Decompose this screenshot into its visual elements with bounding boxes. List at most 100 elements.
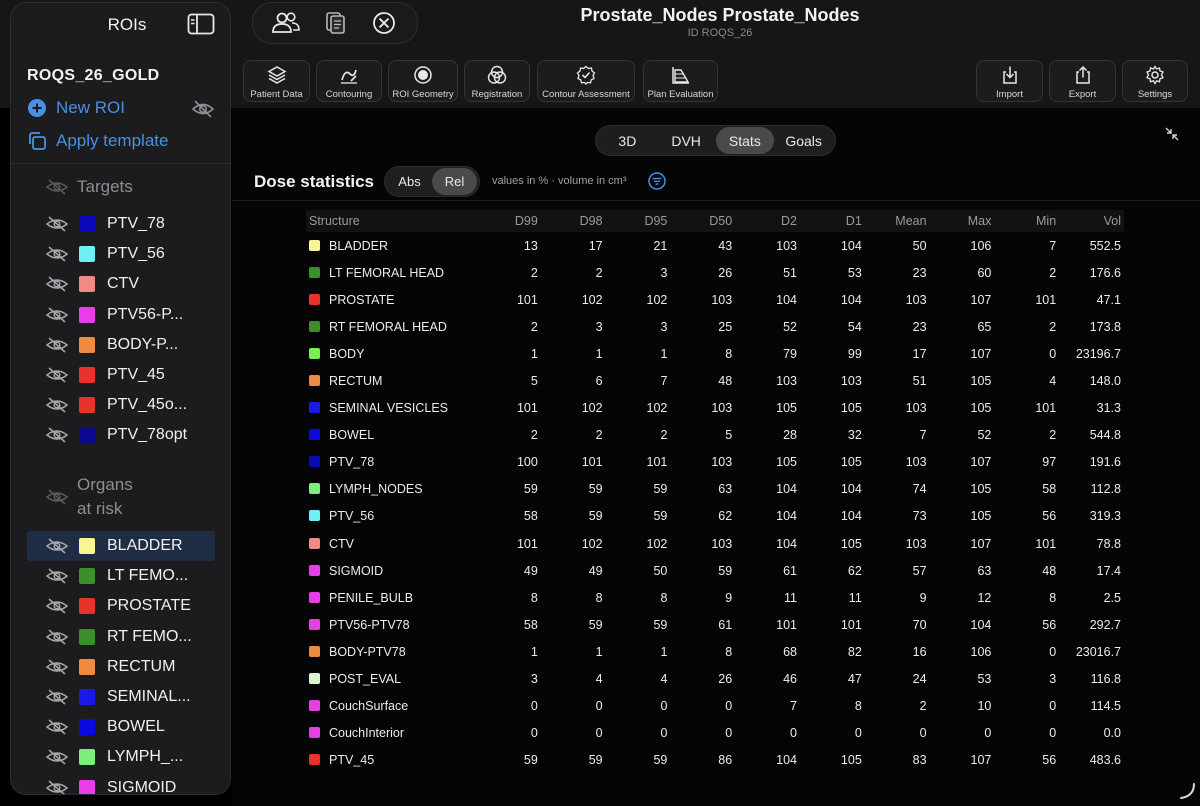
roi-row[interactable]: PTV_78opt: [27, 420, 215, 450]
structure-color-swatch: [309, 266, 320, 278]
table-row[interactable]: PROSTATE 101 102 102 103 104 104 103 107 101 47.1: [306, 286, 1124, 313]
column-header[interactable]: Mean: [865, 210, 930, 232]
column-header[interactable]: D2: [735, 210, 800, 232]
value-cell: 61: [783, 563, 797, 578]
table-row[interactable]: POST_EVAL 3 4 4 26 46 47 24 53 3 116.8: [306, 666, 1124, 693]
tab-dvh[interactable]: DVH: [657, 127, 716, 154]
roi-row[interactable]: BLADDER: [27, 531, 215, 561]
abs-option[interactable]: Abs: [387, 168, 432, 195]
roi-row[interactable]: BODY-P...: [27, 330, 215, 360]
eye-slash-icon[interactable]: [45, 749, 69, 765]
value-cell: 1: [660, 346, 668, 361]
collapse-icon[interactable]: [1164, 126, 1180, 142]
new-roi-button[interactable]: New ROI: [27, 98, 125, 118]
eye-slash-icon[interactable]: [45, 598, 69, 614]
eye-slash-icon[interactable]: [45, 629, 69, 645]
rel-option[interactable]: Rel: [432, 168, 477, 195]
column-header[interactable]: D95: [606, 210, 671, 232]
column-header[interactable]: Min: [994, 210, 1059, 232]
documents-icon[interactable]: [320, 10, 350, 36]
roi-row[interactable]: RT FEMO...: [27, 622, 215, 652]
eye-slash-icon[interactable]: [45, 568, 69, 584]
roi-geometry-button[interactable]: ROI Geometry: [388, 60, 458, 102]
eye-slash-icon[interactable]: [45, 216, 69, 232]
value-cell: 31.3: [1096, 401, 1121, 416]
table-row[interactable]: CouchInterior 0 0 0 0 0 0 0 0 0 0.0: [306, 720, 1124, 747]
settings-button[interactable]: Settings: [1122, 60, 1188, 102]
roi-row[interactable]: SEMINAL...: [27, 682, 215, 712]
eye-slash-icon[interactable]: [45, 276, 69, 292]
table-row[interactable]: PTV56-PTV78 58 59 59 61 101 101 70 104 56 292.7: [306, 611, 1124, 638]
roi-row[interactable]: PTV_78: [27, 209, 215, 239]
organs-section-header[interactable]: Organs at risk: [45, 473, 133, 521]
roi-color-swatch: [79, 719, 95, 736]
sidebar-toggle-icon[interactable]: [187, 13, 215, 35]
resize-handle-icon[interactable]: [1178, 782, 1196, 800]
apply-template-button[interactable]: Apply template: [27, 131, 168, 151]
table-row[interactable]: LT FEMORAL HEAD 2 2 3 26 51 53 23 60 2 176.6: [306, 259, 1124, 286]
table-row[interactable]: CouchSurface 0 0 0 0 7 8 2 10 0 114.5: [306, 693, 1124, 720]
table-row[interactable]: BLADDER 13 17 21 43 103 104 50 106 7 552.5: [306, 232, 1124, 259]
table-row[interactable]: RT FEMORAL HEAD 2 3 3 25 52 54 23 65 2 173.8: [306, 313, 1124, 340]
table-row[interactable]: SEMINAL VESICLES 101 102 102 103 105 105 103 105…: [306, 395, 1124, 422]
tab-stats[interactable]: Stats: [715, 127, 775, 154]
table-row[interactable]: PENILE_BULB 8 8 8 9 11 11 9 12 8 2.5: [306, 584, 1124, 611]
roi-row[interactable]: LT FEMO...: [27, 561, 215, 591]
eye-slash-icon[interactable]: [45, 337, 69, 353]
column-header[interactable]: D98: [541, 210, 606, 232]
value-cell: 59: [523, 482, 538, 497]
contour-assessment-button[interactable]: Contour Assessment: [537, 60, 635, 102]
export-button[interactable]: Export: [1049, 60, 1116, 102]
hide-all-eye-icon[interactable]: [191, 99, 215, 119]
table-row[interactable]: BODY-PTV78 1 1 1 8 68 82 16 106 0 23016.7: [306, 638, 1124, 665]
contouring-button[interactable]: Contouring: [316, 60, 382, 102]
roi-row[interactable]: SIGMOID: [27, 773, 215, 795]
roi-row[interactable]: PTV_56: [27, 239, 215, 269]
column-header[interactable]: D1: [800, 210, 865, 232]
roi-row[interactable]: PROSTATE: [27, 591, 215, 621]
eye-slash-icon[interactable]: [45, 689, 69, 705]
table-row[interactable]: RECTUM 5 6 7 48 103 103 51 105 4 148.0: [306, 367, 1124, 394]
targets-section-header[interactable]: Targets: [45, 175, 133, 199]
column-header[interactable]: Max: [930, 210, 995, 232]
roi-row[interactable]: PTV_45: [27, 360, 215, 390]
patient-data-button[interactable]: Patient Data: [243, 60, 310, 102]
table-row[interactable]: PTV_78 100 101 101 103 105 105 103 107 97 191.6: [306, 449, 1124, 476]
eye-slash-icon[interactable]: [45, 397, 69, 413]
roi-row[interactable]: CTV: [27, 269, 215, 299]
eye-slash-icon[interactable]: [45, 719, 69, 735]
eye-slash-icon[interactable]: [45, 780, 69, 795]
filter-icon[interactable]: [648, 172, 666, 190]
eye-slash-icon[interactable]: [45, 659, 69, 675]
column-header[interactable]: D50: [670, 210, 735, 232]
value-cell: 52: [783, 319, 797, 334]
roi-row[interactable]: LYMPH_...: [27, 742, 215, 772]
roi-row[interactable]: BOWEL: [27, 712, 215, 742]
eye-slash-icon[interactable]: [45, 307, 69, 323]
table-row[interactable]: SIGMOID 49 49 50 59 61 62 57 63 48 17.4: [306, 557, 1124, 584]
import-button[interactable]: Import: [976, 60, 1043, 102]
roi-row[interactable]: PTV56-P...: [27, 300, 215, 330]
column-header[interactable]: Structure: [306, 210, 476, 232]
value-cell: 3: [1049, 672, 1057, 687]
tab-goals[interactable]: Goals: [774, 127, 833, 154]
eye-slash-icon[interactable]: [45, 538, 69, 554]
column-header[interactable]: Vol: [1059, 210, 1124, 232]
column-header[interactable]: D99: [476, 210, 541, 232]
eye-slash-icon[interactable]: [45, 246, 69, 262]
table-row[interactable]: PTV_45 59 59 59 86 104 105 83 107 56 483.6: [306, 747, 1124, 774]
eye-slash-icon[interactable]: [45, 427, 69, 443]
close-circle-icon[interactable]: [369, 10, 399, 36]
table-row[interactable]: LYMPH_NODES 59 59 59 63 104 104 74 105 58 112.8: [306, 476, 1124, 503]
table-row[interactable]: CTV 101 102 102 103 104 105 103 107 101 78.8: [306, 530, 1124, 557]
roi-row[interactable]: RECTUM: [27, 652, 215, 682]
registration-button[interactable]: Registration: [464, 60, 530, 102]
table-row[interactable]: BOWEL 2 2 2 5 28 32 7 52 2 544.8: [306, 422, 1124, 449]
users-icon[interactable]: [271, 10, 301, 36]
tab-3d[interactable]: 3D: [598, 127, 657, 154]
eye-slash-icon[interactable]: [45, 367, 69, 383]
roi-row[interactable]: PTV_45o...: [27, 390, 215, 420]
table-row[interactable]: BODY 1 1 1 8 79 99 17 107 0 23196.7: [306, 340, 1124, 367]
plan-evaluation-button[interactable]: Plan Evaluation: [643, 60, 718, 102]
table-row[interactable]: PTV_56 58 59 59 62 104 104 73 105 56 319.3: [306, 503, 1124, 530]
